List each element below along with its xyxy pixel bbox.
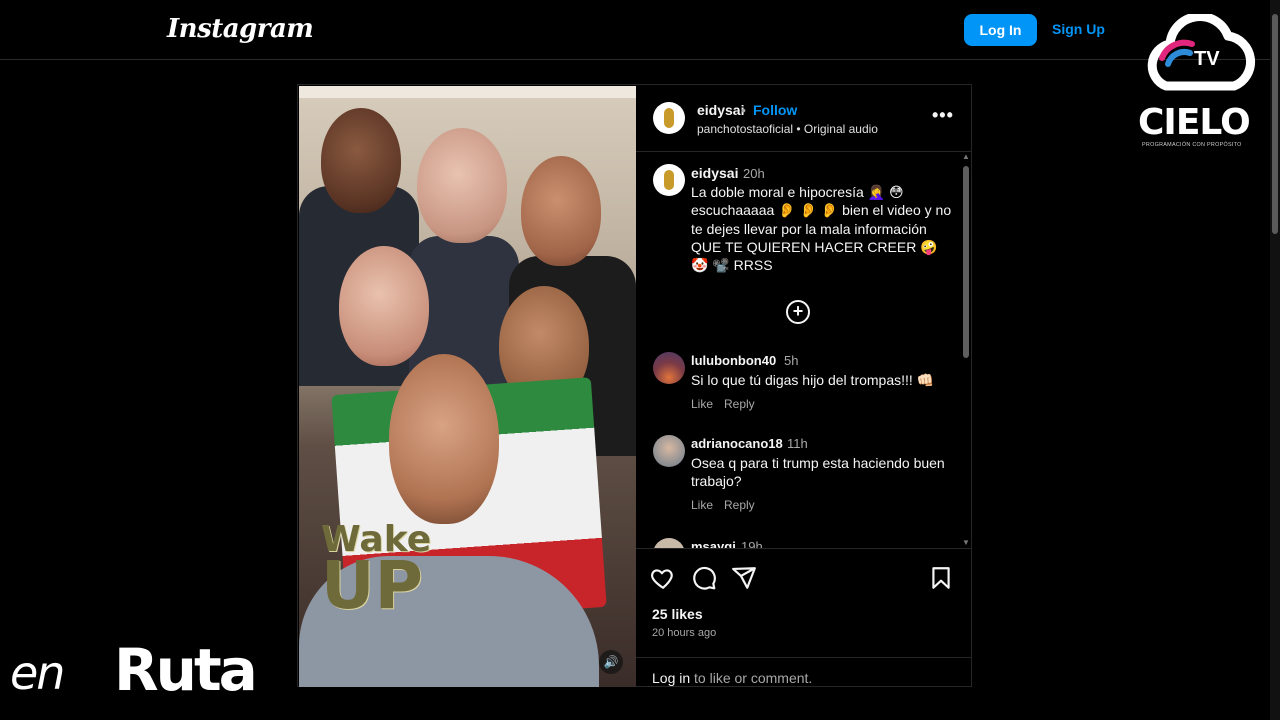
comments-scrollbar[interactable]: ▲ ▼ (961, 152, 971, 548)
caption-time: 20h (743, 166, 765, 181)
cielo-badge: TV (1194, 48, 1220, 70)
login-button[interactable]: Log In (964, 14, 1037, 46)
author-username[interactable]: eidysai (697, 102, 744, 118)
enruta-ruta: Ruta (114, 636, 258, 704)
post-card: Wake UP 🔊 eidysai • Follow panchotostaof… (297, 84, 972, 687)
login-link[interactable]: Log in (652, 670, 690, 686)
comment-reply-button[interactable]: Reply (724, 498, 755, 512)
signup-link[interactable]: Sign Up (1052, 21, 1105, 37)
load-more-comments-button[interactable]: + (786, 300, 810, 324)
caption-avatar[interactable] (653, 164, 685, 196)
comment-username[interactable]: adrianocano18 (691, 436, 783, 451)
crying-face (321, 108, 401, 213)
mute-button[interactable]: 🔊 (599, 650, 623, 674)
comment-text: Si lo que tú digas hijo del trompas!!! 👊… (691, 372, 935, 388)
speaker-icon: 🔊 (603, 655, 619, 669)
presenter-face (389, 354, 499, 524)
scroll-down-arrow-icon[interactable]: ▼ (962, 538, 970, 547)
cielo-tv-logo: TV CIELO PROGRAMACIÓN CON PROPÓSITO (1136, 12, 1262, 154)
caption-text: La doble moral e hipocresía 🤦‍♀️ 😳 escuc… (691, 184, 952, 274)
scroll-up-arrow-icon[interactable]: ▲ (962, 152, 970, 161)
enruta-en: en (10, 646, 65, 700)
cielo-wordmark: CIELO (1138, 102, 1251, 143)
more-options-button[interactable]: ••• (932, 105, 954, 126)
likes-count[interactable]: 25 likes (652, 606, 703, 622)
post-timestamp[interactable]: 20 hours ago (652, 627, 716, 639)
comment-like-button[interactable]: Like (691, 498, 713, 512)
bookmark-icon[interactable] (928, 565, 954, 591)
cielo-tagline: PROGRAMACIÓN CON PROPÓSITO (1142, 142, 1242, 148)
post-video[interactable]: Wake UP 🔊 (299, 86, 636, 687)
post-actions: 25 likes 20 hours ago Log in to like or … (636, 548, 972, 688)
page-scrollbar-thumb[interactable] (1272, 14, 1278, 234)
post-header: eidysai • Follow panchotostaoficial • Or… (636, 85, 972, 151)
follow-button[interactable]: Follow (753, 102, 797, 118)
comments-scrollbar-thumb[interactable] (963, 166, 969, 358)
caption-username[interactable]: eidysai (691, 165, 738, 181)
top-navbar: Instagram Log In Sign Up (0, 0, 1280, 60)
wake-up-caption: Wake UP (321, 521, 431, 625)
comment-time: 11h (787, 436, 808, 451)
instagram-logo[interactable]: Instagram (167, 14, 314, 44)
audio-label[interactable]: panchotostaoficial • Original audio (697, 122, 878, 136)
page-scrollbar[interactable] (1270, 0, 1280, 720)
separator-dot: • (741, 102, 746, 118)
comment-icon[interactable] (691, 565, 717, 591)
commenter-avatar[interactable] (653, 352, 685, 384)
comment-reply-button[interactable]: Reply (724, 397, 755, 411)
comments-panel[interactable]: eidysai 20h La doble moral e hipocresía … (636, 151, 972, 548)
heart-icon[interactable] (650, 565, 676, 591)
comment-time: 19h (741, 539, 763, 548)
comment-like-button[interactable]: Like (691, 397, 713, 411)
comment-username[interactable]: msaygi (691, 539, 736, 548)
comment-text: Osea q para ti trump esta haciendo buen … (691, 455, 945, 489)
commenter-avatar[interactable] (653, 435, 685, 467)
commenter-avatar[interactable] (653, 538, 685, 548)
share-icon[interactable] (731, 565, 757, 591)
up-word: UP (321, 547, 423, 625)
login-prompt-text: to like or comment. (690, 670, 813, 686)
crying-face (339, 246, 429, 366)
login-prompt: Log in to like or comment. (636, 657, 972, 698)
crying-face (417, 128, 507, 243)
author-avatar[interactable] (653, 102, 685, 134)
comment-username[interactable]: lulubonbon40 (691, 353, 776, 368)
video-top-band (299, 86, 636, 98)
crying-face (521, 156, 601, 266)
comment-time: 5h (784, 353, 799, 368)
